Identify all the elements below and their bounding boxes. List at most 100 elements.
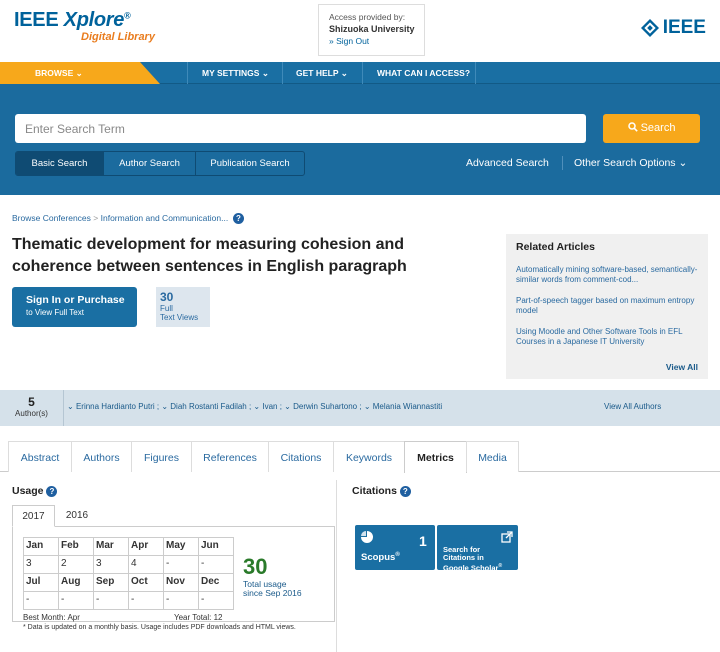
month-label: Jan <box>23 537 59 556</box>
tab-publication-search[interactable]: Publication Search <box>195 152 304 175</box>
month-value: 2 <box>58 555 94 574</box>
usage-title: Usage <box>12 485 44 497</box>
google-scholar-button[interactable]: Search for Citations in Google Scholar® <box>437 525 518 573</box>
access-box: Access provided by: Shizuoka University … <box>318 4 425 56</box>
tab-citations[interactable]: Citations <box>268 441 334 472</box>
main-nav: BROWSE ⌄ MY SETTINGS ⌄ GET HELP ⌄ WHAT C… <box>0 62 720 84</box>
sign-out-link[interactable]: » Sign Out <box>329 35 424 47</box>
search-icon <box>627 122 638 134</box>
nav-get-help[interactable]: GET HELP ⌄ <box>282 62 362 84</box>
related-article-link[interactable]: Using Moodle and Other Software Tools in… <box>516 327 698 347</box>
year-tab-2016[interactable]: 2016 <box>55 505 99 527</box>
external-link-icon <box>501 530 513 548</box>
full-text-views: 30 Full Text Views <box>156 287 210 327</box>
tab-metrics[interactable]: Metrics <box>404 441 467 473</box>
tab-abstract[interactable]: Abstract <box>8 441 72 472</box>
month-label: May <box>163 537 199 556</box>
author-count: 5 Author(s) <box>0 390 64 426</box>
scopus-label: Scopus <box>361 552 396 564</box>
sign-in-sublabel: to View Full Text <box>26 308 84 317</box>
tab-figures[interactable]: Figures <box>131 441 192 472</box>
search-button-label: Search <box>640 122 676 134</box>
month-value: - <box>23 591 59 610</box>
logo-subtitle: Digital Library <box>81 31 155 43</box>
author-count-number: 5 <box>28 395 35 409</box>
year-tab-2017[interactable]: 2017 <box>12 505 55 527</box>
month-value: - <box>163 591 199 610</box>
related-articles-title: Related Articles <box>516 241 595 253</box>
month-value: - <box>198 591 234 610</box>
search-button[interactable]: Search <box>603 114 700 143</box>
month-value: - <box>163 555 199 574</box>
related-article-link[interactable]: Part-of-speech tagger based on maximum e… <box>516 296 698 316</box>
tab-media[interactable]: Media <box>466 441 519 472</box>
best-month: Best Month: Apr <box>23 613 80 622</box>
chevron-down-icon: ⌄ <box>75 68 83 78</box>
ieee-diamond-icon <box>640 19 659 37</box>
breadcrumb-browse-conferences[interactable]: Browse Conferences <box>12 213 91 223</box>
logo-main-text: IEEE <box>14 9 59 31</box>
gs-line3: Google Scholar <box>443 563 499 573</box>
tab-authors[interactable]: Authors <box>71 441 132 472</box>
author-link[interactable]: Erinna Hardianto Putri <box>76 402 155 411</box>
month-label: Aug <box>58 573 94 592</box>
scopus-citations-button[interactable]: 1 Scopus® <box>355 525 435 570</box>
author-link[interactable]: Derwin Suhartono <box>293 402 357 411</box>
total-usage: 30 Total usage since Sep 2016 <box>243 554 302 598</box>
author-link[interactable]: Melania Wiannastiti <box>373 402 442 411</box>
search-type-tabs: Basic Search Author Search Publication S… <box>15 151 305 176</box>
usage-note: * Data is updated on a monthly basis. Us… <box>23 624 296 631</box>
breadcrumb-information-communication[interactable]: Information and Communication... <box>101 213 229 223</box>
month-label: Mar <box>93 537 129 556</box>
gs-line2: Citations in <box>443 553 484 562</box>
month-label: Jun <box>198 537 234 556</box>
document-tabs: Abstract Authors Figures References Cita… <box>0 441 720 473</box>
chevron-down-icon: ⌄ <box>340 68 348 78</box>
author-link[interactable]: Diah Rostanti Fadilah <box>170 402 246 411</box>
tab-references[interactable]: References <box>191 441 269 472</box>
help-icon[interactable]: ? <box>399 485 411 497</box>
month-label: Jul <box>23 573 59 592</box>
usage-table: Jan Feb Mar Apr May Jun 3 2 3 4 - - Jul … <box>23 537 234 610</box>
related-article-link[interactable]: Automatically mining software-based, sem… <box>516 265 698 285</box>
month-label: Dec <box>198 573 234 592</box>
search-input[interactable]: Enter Search Term <box>15 114 586 143</box>
sign-in-purchase-button[interactable]: Sign In or Purchase to View Full Text <box>12 287 137 327</box>
views-label: Full <box>160 304 173 313</box>
nav-label: WHAT CAN I ACCESS? <box>377 68 471 78</box>
total-usage-since: since Sep 2016 <box>243 588 302 598</box>
citations-title: Citations <box>352 485 397 497</box>
tab-author-search[interactable]: Author Search <box>103 152 195 175</box>
tab-keywords[interactable]: Keywords <box>333 441 405 472</box>
nav-my-settings[interactable]: MY SETTINGS ⌄ <box>187 62 282 84</box>
breadcrumb-separator: > <box>93 213 99 223</box>
month-value: - <box>58 591 94 610</box>
sign-in-label: Sign In or Purchase <box>26 294 125 306</box>
scopus-reg: ® <box>395 552 400 558</box>
related-view-all-link[interactable]: View All <box>666 362 698 372</box>
usage-heading: Usage ? <box>12 485 58 497</box>
advanced-search-link[interactable]: Advanced Search <box>466 157 549 169</box>
chevron-down-icon: ⌄ <box>253 402 261 411</box>
article-title: Thematic development for measuring cohes… <box>12 236 407 275</box>
search-band: Enter Search Term Search Basic Search Au… <box>0 84 720 195</box>
citations-heading: Citations ? <box>352 485 411 497</box>
nav-what-can-i-access[interactable]: WHAT CAN I ACCESS? <box>362 62 476 84</box>
month-label: Sep <box>93 573 129 592</box>
month-value: - <box>128 591 164 610</box>
authors-bar: 5 Author(s) ⌄ Erinna Hardianto Putri ; ⌄… <box>0 390 720 426</box>
nav-browse[interactable]: BROWSE ⌄ <box>0 62 160 84</box>
gs-reg: ® <box>498 563 503 569</box>
help-icon[interactable]: ? <box>232 213 244 225</box>
other-search-options[interactable]: Other Search Options ⌄ <box>574 157 687 169</box>
ieee-logo-text: IEEE <box>662 17 706 38</box>
chevron-down-icon: ⌄ <box>261 68 269 78</box>
tab-basic-search[interactable]: Basic Search <box>16 152 103 175</box>
ieee-xplore-logo[interactable]: IEEE Xplore® <box>14 9 131 32</box>
view-all-authors-link[interactable]: View All Authors <box>604 402 661 411</box>
related-articles: Related Articles Automatically mining so… <box>506 234 708 379</box>
month-label: Nov <box>163 573 199 592</box>
help-icon[interactable]: ? <box>46 485 58 497</box>
ieee-logo[interactable]: IEEE <box>640 17 706 39</box>
author-link[interactable]: Ivan <box>262 402 277 411</box>
